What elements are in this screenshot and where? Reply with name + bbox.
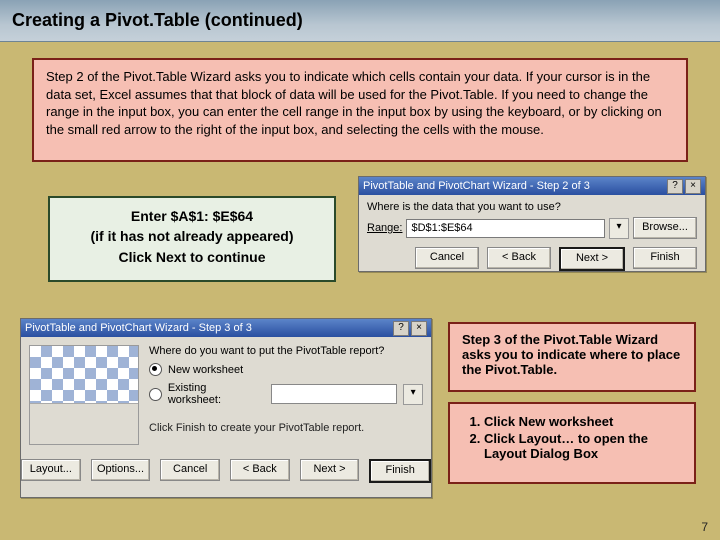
cancel-button[interactable]: Cancel [415,247,479,269]
slide-title: Creating a Pivot.Table (continued) [12,10,303,31]
wizard-step-3-dialog: PivotTable and PivotChart Wizard - Step … [20,318,432,498]
collapse-range-icon[interactable]: ▾ [403,384,423,405]
slide-title-bar: Creating a Pivot.Table (continued) [0,0,720,42]
radio-existing-label: Existing worksheet: [168,382,261,406]
finish-button[interactable]: Finish [369,459,431,483]
wizard3-titlebar: PivotTable and PivotChart Wizard - Step … [21,319,431,337]
back-button[interactable]: < Back [230,459,290,481]
step3-description: Step 3 of the Pivot.Table Wizard asks yo… [462,332,680,377]
layout-button[interactable]: Layout... [21,459,81,481]
wizard3-window-controls: ? × [393,321,427,336]
wizard3-preview-graphic [29,345,139,445]
wizard2-title: PivotTable and PivotChart Wizard - Step … [363,180,590,192]
enter-range-box: Enter $A$1: $E$64 (if it has not already… [48,196,336,282]
enter-line-2: (if it has not already appeared) [62,226,322,246]
step3-steps-box: Click New worksheet Click Layout… to ope… [448,402,696,484]
next-button[interactable]: Next > [559,247,625,271]
options-button[interactable]: Options... [91,459,151,481]
step3-item-2: Click Layout… to open the Layout Dialog … [484,431,682,461]
radio-new-label: New worksheet [168,364,243,376]
radio-dot-icon [149,363,162,376]
close-icon[interactable]: × [411,321,427,336]
page-number: 7 [701,520,708,534]
radio-existing-worksheet[interactable]: Existing worksheet: ▾ [149,382,423,406]
radio-new-worksheet[interactable]: New worksheet [149,363,423,376]
instructions-text: Step 2 of the Pivot.Table Wizard asks yo… [46,69,662,137]
range-input[interactable] [406,219,605,238]
wizard3-question: Where do you want to put the PivotTable … [149,345,423,357]
wizard2-window-controls: ? × [667,179,701,194]
wizard2-titlebar: PivotTable and PivotChart Wizard - Step … [359,177,705,195]
close-icon[interactable]: × [685,179,701,194]
enter-line-1: Enter $A$1: $E$64 [62,206,322,226]
help-icon[interactable]: ? [667,179,683,194]
help-icon[interactable]: ? [393,321,409,336]
back-button[interactable]: < Back [487,247,551,269]
instructions-box: Step 2 of the Pivot.Table Wizard asks yo… [32,58,688,162]
step3-item-1: Click New worksheet [484,414,682,429]
enter-line-3: Click Next to continue [62,247,322,267]
wizard3-hint: Click Finish to create your PivotTable r… [149,422,423,434]
radio-dot-icon [149,388,162,401]
next-button[interactable]: Next > [300,459,360,481]
wizard2-question: Where is the data that you want to use? [367,201,697,213]
wizard-step-2-dialog: PivotTable and PivotChart Wizard - Step … [358,176,706,272]
finish-button[interactable]: Finish [633,247,697,269]
existing-location-input[interactable] [271,384,397,404]
browse-button[interactable]: Browse... [633,217,697,239]
cancel-button[interactable]: Cancel [160,459,220,481]
collapse-range-icon[interactable]: ▾ [609,218,629,239]
step3-description-box: Step 3 of the Pivot.Table Wizard asks yo… [448,322,696,392]
wizard3-title: PivotTable and PivotChart Wizard - Step … [25,322,252,334]
range-label: Range: [367,222,402,234]
